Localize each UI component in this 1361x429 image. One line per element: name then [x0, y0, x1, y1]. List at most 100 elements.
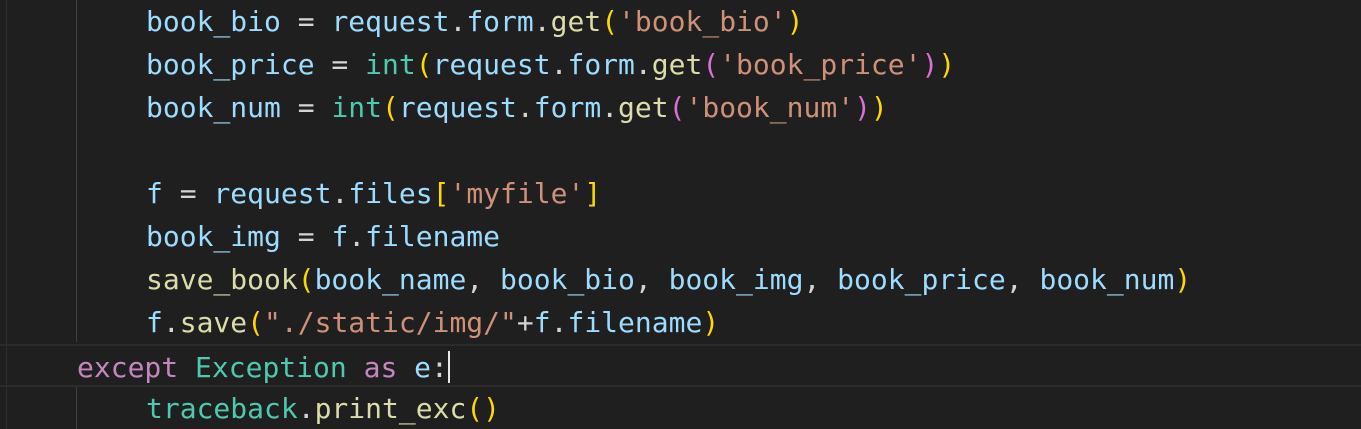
code-token: form [567, 48, 635, 81]
code-token: files [348, 177, 433, 210]
code-token: , [466, 263, 501, 296]
code-token: . [601, 91, 619, 124]
code-token: as [363, 351, 398, 384]
code-token: book_img [668, 263, 804, 296]
code-token: "./static/img/" [264, 306, 517, 339]
code-token: : [431, 351, 448, 384]
code-token: = [280, 5, 332, 38]
code-token: ) [854, 91, 871, 124]
code-token: form [533, 91, 602, 124]
code-token: ( [415, 48, 433, 81]
code-token: book_num [146, 91, 281, 124]
code-line-current[interactable]: except Exception as e: [0, 344, 1361, 387]
code-token: book_num [1039, 263, 1175, 296]
code-line[interactable]: traceback.print_exc() [0, 387, 1361, 429]
code-line[interactable]: book_num = int(request.form.get('book_nu… [0, 86, 1361, 129]
code-token: f [146, 177, 163, 210]
code-token: ) [921, 48, 939, 81]
code-token: 'myfile' [449, 177, 585, 210]
code-token: = [314, 48, 366, 81]
code-token: . [550, 306, 568, 339]
code-token: 'book_bio' [618, 5, 787, 38]
code-token: . [550, 48, 568, 81]
code-line[interactable]: save_book(book_name, book_bio, book_img,… [0, 258, 1361, 301]
code-token: book_bio [500, 263, 635, 296]
code-token: e [414, 351, 432, 384]
code-line[interactable]: f = request.files['myfile'] [0, 172, 1361, 215]
code-token: . [516, 91, 534, 124]
code-token: , [634, 263, 669, 296]
code-token: get [550, 5, 602, 38]
code-token: save_book [146, 263, 298, 296]
code-line-text: book_bio = request.form.get('book_bio') [146, 0, 803, 43]
code-token: ( [466, 392, 484, 425]
code-token: ( [247, 306, 265, 339]
code-token: f [533, 306, 551, 339]
code-token: request [398, 91, 517, 124]
code-token: print_exc [314, 392, 467, 425]
code-token: ) [870, 91, 888, 124]
code-token: filename [365, 220, 501, 253]
code-token: book_price [146, 48, 315, 81]
code-token: f [331, 220, 349, 253]
code-line-text: except Exception as e: [77, 346, 450, 389]
code-token: . [162, 306, 180, 339]
code-line-text: book_price = int(request.form.get('book_… [146, 43, 955, 86]
code-token: ( [601, 5, 619, 38]
code-line-text: f.save("./static/img/"+f.filename) [146, 301, 719, 344]
code-token: request [213, 177, 332, 210]
code-token: . [449, 5, 467, 38]
code-line[interactable]: book_price = int(request.form.get('book_… [0, 43, 1361, 86]
code-token: 'book_num' [685, 91, 855, 124]
code-token: ) [938, 48, 956, 81]
code-token: get [651, 48, 703, 81]
code-editor[interactable]: book_bio = request.form.get('book_bio') b… [0, 0, 1361, 429]
code-token: filename [567, 306, 703, 339]
code-token: ( [297, 263, 315, 296]
code-token: save [179, 306, 248, 339]
code-token: int [365, 48, 416, 81]
code-token: ( [702, 48, 720, 81]
code-token: . [297, 392, 315, 425]
code-token: , [1005, 263, 1040, 296]
code-token: ( [382, 91, 399, 124]
code-line[interactable] [0, 129, 1361, 172]
code-line[interactable]: book_bio = request.form.get('book_bio') [0, 0, 1361, 43]
code-token: ) [702, 306, 720, 339]
code-token: request [331, 5, 450, 38]
code-token: traceback [146, 392, 298, 425]
code-token: . [634, 48, 652, 81]
code-token: ) [786, 5, 804, 38]
code-token: book_name [314, 263, 467, 296]
code-token: [ [432, 177, 450, 210]
code-line[interactable]: book_img = f.filename [0, 215, 1361, 258]
code-token: form [466, 5, 534, 38]
code-token: ] [584, 177, 602, 210]
code-line-text: book_num = int(request.form.get('book_nu… [146, 86, 888, 129]
code-token: except [77, 351, 179, 384]
code-token: . [348, 220, 366, 253]
code-line-text: f = request.files['myfile'] [146, 172, 601, 215]
code-line-text: book_img = f.filename [146, 215, 500, 258]
code-token: book_img [146, 220, 281, 253]
code-token: Exception [195, 351, 347, 384]
code-token: f [146, 306, 163, 339]
code-token: book_bio [146, 5, 281, 38]
code-token: = [280, 220, 332, 253]
code-token: int [331, 91, 383, 124]
code-token: , [803, 263, 838, 296]
code-token: book_price [837, 263, 1006, 296]
code-token: ( [668, 91, 686, 124]
code-line-text: traceback.print_exc() [146, 387, 500, 429]
code-token: . [331, 177, 349, 210]
code-token: get [618, 91, 669, 124]
code-token: ) [483, 392, 501, 425]
code-token: + [516, 306, 534, 339]
code-token: 'book_price' [719, 48, 922, 81]
code-token: . [533, 5, 551, 38]
code-token: ) [1174, 263, 1192, 296]
code-line[interactable]: f.save("./static/img/"+f.filename) [0, 301, 1361, 344]
